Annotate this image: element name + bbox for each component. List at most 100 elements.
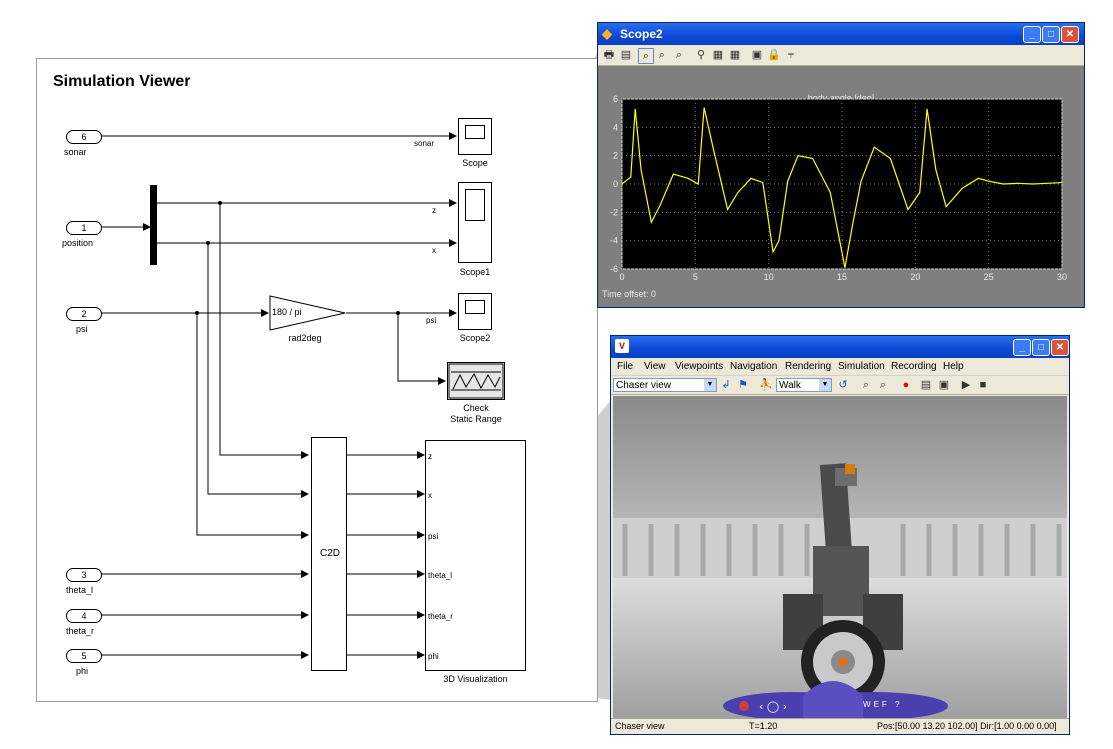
record-icon[interactable]: ● [899,378,913,392]
status-position: Pos:[50.00 13.20 102.00] Dir:[1.00 0.00 … [877,721,1057,731]
x-tick-label: 20 [910,272,920,282]
menu-help[interactable]: Help [943,361,964,372]
walk-mode-icon[interactable]: ⛹ [759,378,773,392]
scope1-screen [465,189,485,221]
svg-text:‹ ◯ ›: ‹ ◯ › [759,700,787,713]
play-icon[interactable]: ▶ [959,378,973,392]
gain-expression: 180 / pi [272,307,302,317]
vr-minimize-button[interactable]: _ [1013,339,1031,356]
zoom-x-icon[interactable]: ⌕ [655,48,669,62]
inport-sonar[interactable]: 6 [66,130,102,144]
scope2-titlebar[interactable]: ◆ Scope2 _ □ ✕ [598,23,1084,45]
menu-simulation[interactable]: Simulation [838,361,885,372]
y-tick-label: 0 [613,179,618,189]
zoom-out-icon[interactable]: ⌕ [876,378,890,392]
close-button[interactable]: ✕ [1061,26,1079,43]
restore-axes-icon[interactable]: ▦ [728,48,742,62]
menu-recording[interactable]: Recording [891,361,937,372]
create-viewpoint-icon[interactable]: ⚑ [736,378,750,392]
y-tick-label: -2 [610,207,618,217]
gain-block-label: rad2deg [288,333,322,343]
vr-maximize-button[interactable]: □ [1032,339,1050,356]
undo-move-icon[interactable]: ↺ [836,378,850,392]
menu-file[interactable]: File [617,361,633,372]
demux-block[interactable] [150,185,157,265]
menu-navigation[interactable]: Navigation [730,361,777,372]
inport-position-label: position [62,238,94,248]
fly-mode-button[interactable]: F [882,700,890,709]
viz-port-theta-l: theta_l [428,571,453,580]
inport-phi-label: phi [76,666,89,676]
navigation-mode-value: Walk [779,380,801,391]
print-icon[interactable]: 🖶 [602,48,616,62]
y-tick-label: -4 [610,236,618,246]
scope1-block[interactable] [458,182,492,263]
viz-port-theta-r: theta_r [428,612,453,621]
c2d-block[interactable]: C2D [311,437,347,671]
viewpoint-select[interactable]: Chaser view ▼ [613,378,717,392]
scope-block[interactable] [458,118,492,155]
menu-view[interactable]: View [644,361,666,372]
inport-psi[interactable]: 2 [66,307,102,321]
nav-help-button[interactable]: ? [895,700,902,709]
signal-label-z: z [432,206,436,215]
walk-mode-button[interactable]: W [863,700,874,709]
check-static-range-block[interactable] [447,362,505,400]
signal-label-psi: psi [426,316,437,325]
signal-selection-icon[interactable]: ⫧ [784,48,798,62]
scope2-window: ◆ Scope2 _ □ ✕ 🖶 ▤ ⌕ ⌕ ⌕ ⚲ ▦ ▦ ▣ 🔒 ⫧ bod… [597,22,1085,308]
save-axes-icon[interactable]: ▦ [711,48,725,62]
x-tick-label: 0 [619,272,624,282]
inport-theta-l[interactable]: 3 [66,568,102,582]
navigation-mode-select[interactable]: Walk ▼ [776,378,832,392]
inport-theta-r-label: theta_r [66,626,95,636]
vr-close-button[interactable]: ✕ [1051,339,1069,356]
inport-psi-label: psi [76,324,88,334]
check-label-line2: Static Range [450,414,502,424]
inport-position[interactable]: 1 [66,221,102,235]
scope-screen [465,125,485,139]
zoom-y-icon[interactable]: ⌕ [672,48,686,62]
return-viewpoint-icon[interactable]: ↲ [719,378,733,392]
x-tick-label: 5 [693,272,698,282]
scope2-window-title: Scope2 [620,27,663,41]
inport-theta-r[interactable]: 4 [66,609,102,623]
scope1-block-label: Scope1 [459,267,491,277]
scope2-block[interactable] [458,293,492,330]
status-viewpoint: Chaser view [615,721,665,731]
floating-scope-icon[interactable]: ▣ [750,48,764,62]
scope2-toolbar: 🖶 ▤ ⌕ ⌕ ⌕ ⚲ ▦ ▦ ▣ 🔒 ⫧ [598,45,1084,66]
scope2-screen [465,300,485,314]
capture-frame-icon[interactable]: ▤ [919,378,933,392]
vr-viewer-window: V _ □ ✕ File View Viewpoints Navigation … [610,335,1070,735]
autoscale-icon[interactable]: ⚲ [694,48,708,62]
scope2-block-label: Scope2 [459,333,491,343]
camera-icon[interactable]: ▣ [937,378,951,392]
viewpoint-select-value: Chaser view [616,380,672,391]
stop-icon[interactable]: ■ [976,378,990,392]
minimize-button[interactable]: _ [1023,26,1041,43]
menu-viewpoints[interactable]: Viewpoints [675,361,723,372]
examine-mode-button[interactable]: E [874,700,882,709]
parameters-icon[interactable]: ▤ [619,48,633,62]
vr-titlebar[interactable]: V _ □ ✕ [611,336,1069,358]
scope-plot: 0 5 10 15 20 25 306420-2-4-6 [610,94,1067,282]
signal-label-sonar: sonar [414,139,435,148]
c2d-label: C2D [319,548,340,559]
inport-phi[interactable]: 5 [66,649,102,663]
lock-icon[interactable]: 🔒 [767,48,781,62]
nav-mode-buttons[interactable]: WEF ? [863,700,902,709]
3d-visualization-block[interactable]: z x psi theta_l theta_r phi [425,440,526,671]
viz-port-x: x [428,491,432,500]
menu-rendering[interactable]: Rendering [785,361,831,372]
3d-visualization-label: 3D Visualization [443,674,508,684]
y-tick-label: 6 [613,94,618,104]
zoom-icon[interactable]: ⌕ [638,48,654,64]
y-tick-label: 2 [613,151,618,161]
zoom-in-icon[interactable]: ⌕ [859,378,873,392]
maximize-button[interactable]: □ [1042,26,1060,43]
inport-theta-l-label: theta_l [66,585,94,595]
time-offset-label: Time offset: 0 [602,289,657,299]
scope-block-label: Scope [462,158,488,168]
signal-label-x: x [432,246,436,255]
